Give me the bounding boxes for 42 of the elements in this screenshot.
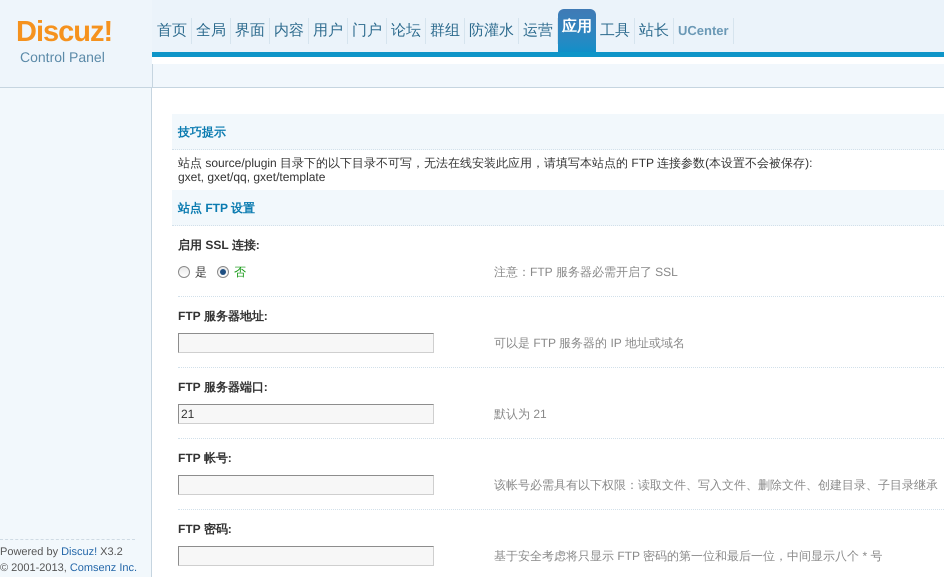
- text-field[interactable]: [178, 475, 434, 495]
- setting-hint: 可以是 FTP 服务器的 IP 地址或域名: [494, 335, 685, 352]
- version-text: X3.2: [100, 545, 123, 560]
- text-field[interactable]: [178, 546, 434, 566]
- radio-option[interactable]: 是: [178, 263, 207, 281]
- setting-label: FTP 服务器端口:: [178, 379, 269, 396]
- nav-tab[interactable]: 论坛: [387, 18, 426, 44]
- setting-hint: 注意：FTP 服务器必需开启了 SSL: [494, 264, 678, 281]
- company-link[interactable]: Comsenz Inc.: [70, 560, 138, 576]
- tip-text: gxet, gxet/qq, gxet/template: [178, 170, 326, 184]
- nav-tab[interactable]: 内容: [270, 18, 309, 44]
- setting-hint: 默认为 21: [494, 406, 547, 423]
- tip-text: 站点 source/plugin 目录下的以下目录不可写，无法在线安装此应用，请填写本站点的 FTP 连接参数(本设置不会被保存):: [178, 156, 814, 170]
- text-field[interactable]: 21: [178, 404, 434, 424]
- nav-tab[interactable]: 应用: [558, 9, 596, 52]
- brand-link[interactable]: Discuz!: [61, 544, 98, 560]
- setting-label: 启用 SSL 连接:: [178, 237, 261, 254]
- nav-tab[interactable]: UCenter: [674, 18, 734, 44]
- nav-tab[interactable]: 全局: [192, 18, 231, 44]
- radio-button[interactable]: [178, 266, 190, 278]
- footer-text: Powered by: [0, 545, 58, 560]
- setting-hint: 该帐号必需具有以下权限：读取文件、写入文件、删除文件、创建目录、子目录继承: [494, 477, 938, 494]
- nav-tab[interactable]: 用户: [309, 18, 348, 44]
- setting-hint: 基于安全考虑将只显示 FTP 密码的第一位和最后一位，中间显示八个 * 号: [494, 548, 882, 565]
- radio-button[interactable]: [217, 266, 229, 278]
- setting-label: FTP 密码:: [178, 521, 233, 538]
- nav-tab[interactable]: 群组: [426, 18, 465, 44]
- text-field[interactable]: [178, 333, 434, 353]
- nav-tab[interactable]: 界面: [231, 18, 270, 44]
- setting-label: FTP 服务器地址:: [178, 308, 269, 325]
- nav-tab[interactable]: 防灌水: [465, 18, 519, 44]
- setting-label: FTP 帐号:: [178, 450, 233, 467]
- copyright-text: © 2001-2013,: [0, 561, 67, 576]
- nav-tab[interactable]: 门户: [348, 18, 387, 44]
- section-title: 站点 FTP 设置: [178, 200, 256, 216]
- logo-wordmark: Discuz!: [16, 16, 112, 48]
- section-title: 技巧提示: [178, 124, 226, 140]
- nav-tab[interactable]: 工具: [596, 18, 635, 44]
- nav-tab[interactable]: 首页: [153, 18, 192, 44]
- radio-option[interactable]: 否: [217, 263, 246, 281]
- logo-subtitle: Control Panel: [19, 48, 105, 66]
- nav-tab[interactable]: 站长: [635, 18, 674, 44]
